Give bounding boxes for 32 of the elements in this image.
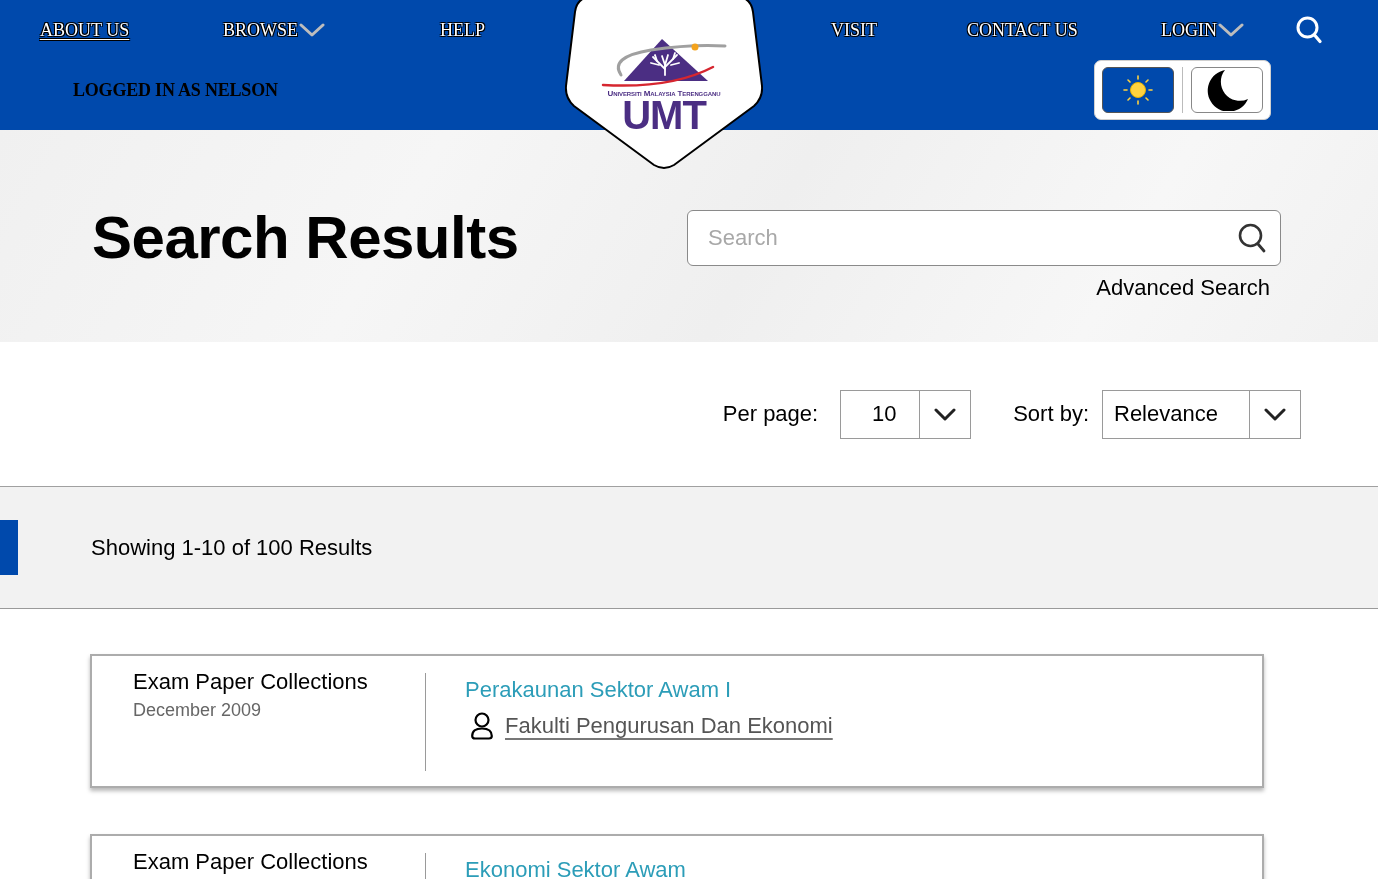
light-mode-button[interactable]: [1102, 67, 1174, 113]
sort-by-select[interactable]: Relevance: [1102, 389, 1301, 439]
advanced-search-link[interactable]: Advanced Search: [1096, 275, 1270, 301]
logo-caption: Universiti Malaysia Terengganu: [607, 89, 721, 98]
author-link[interactable]: Fakulti Pengurusan Dan Ekonomi: [505, 713, 833, 739]
search-button[interactable]: [1296, 16, 1322, 44]
nav-link[interactable]: CONTACT US: [967, 19, 1078, 41]
results-count-text: Showing 1-10 of 100 Results: [91, 534, 373, 561]
per-page-label: Per page:: [722, 401, 819, 427]
sun-icon: [1123, 75, 1153, 105]
page-title: Search Results: [92, 210, 519, 266]
accent-bar: [0, 520, 18, 575]
moon-icon: [1205, 69, 1249, 111]
collection-label: Exam Paper Collections: [133, 669, 368, 695]
sort-by-label: Sort by:: [1013, 401, 1089, 427]
search-icon: [1296, 16, 1322, 44]
nav-link[interactable]: VISIT: [831, 19, 877, 41]
nav-link[interactable]: HELP: [440, 19, 485, 41]
user-status-text: LOGGED IN AS NELSON: [73, 79, 278, 101]
dark-mode-button[interactable]: [1191, 67, 1263, 113]
search-icon[interactable]: [1238, 223, 1266, 253]
nav-link[interactable]: LOGIN: [1161, 19, 1244, 41]
logo-wordmark: UMT: [622, 98, 706, 132]
date-text: December 2009: [133, 699, 262, 721]
person-icon: [470, 712, 494, 740]
chevron-down-icon: [1264, 407, 1286, 421]
per-page-select[interactable]: 10: [840, 389, 972, 439]
nav-link[interactable]: ABOUT US: [40, 19, 130, 41]
nav-link[interactable]: BROWSE: [223, 19, 325, 41]
collection-label: Exam Paper Collections: [133, 849, 368, 875]
search-field[interactable]: Search: [687, 210, 1281, 266]
chevron-down-icon: [934, 407, 957, 421]
